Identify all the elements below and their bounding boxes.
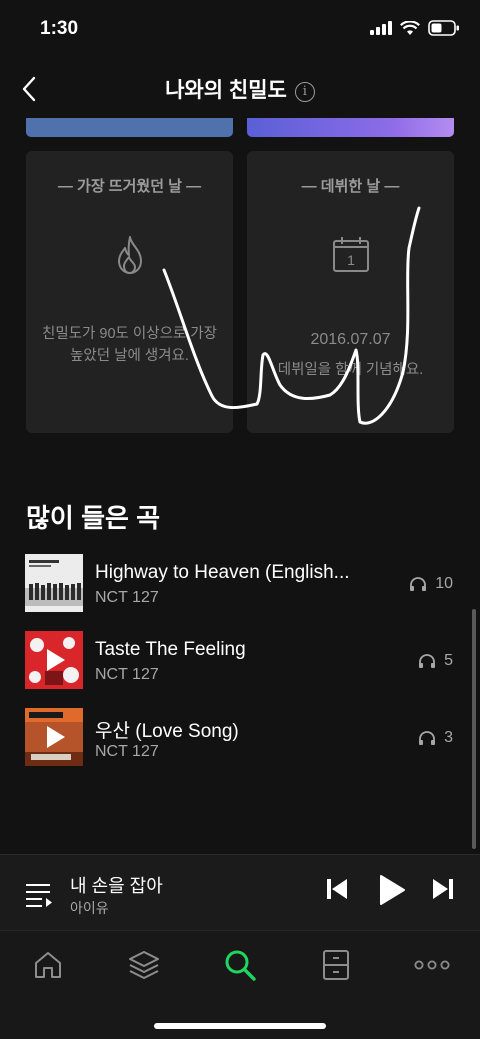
card-icon-wrap <box>26 235 233 275</box>
play-count: 10 <box>409 575 453 593</box>
hottest-day-card[interactable]: — 가장 뜨거웠던 날 — 친밀도가 90도 이상으로 가장 높았던 날에 생겨… <box>26 151 233 433</box>
mini-player[interactable]: 내 손을 잡아 아이유 <box>0 854 480 930</box>
tab-storage[interactable] <box>312 945 360 985</box>
layers-icon <box>129 951 159 979</box>
track-artist: NCT 127 <box>95 589 159 606</box>
next-button[interactable] <box>432 877 454 906</box>
home-icon <box>35 952 61 978</box>
debut-day-description: 데뷔일을 함께 기념해요. <box>277 362 424 378</box>
playlist-button[interactable] <box>24 879 54 909</box>
album-art-image <box>25 554 83 612</box>
album-art <box>25 631 83 689</box>
battery-icon <box>428 20 459 36</box>
page-title: 나와의 친밀도 <box>165 79 287 102</box>
status-icons <box>370 20 460 36</box>
debut-day-card[interactable]: — 데뷔한 날 — 1 2016.07.07 데뷔일을 함께 기념해요. <box>247 151 454 433</box>
album-art <box>25 554 83 612</box>
tab-home[interactable] <box>24 945 72 985</box>
wifi-icon <box>400 20 420 35</box>
track-title: Taste The Feeling <box>95 639 246 660</box>
play-count-value: 10 <box>435 575 453 592</box>
play-button[interactable] <box>378 874 406 911</box>
track-row[interactable]: Highway to Heaven (English... NCT 127 10 <box>0 554 480 616</box>
debut-date: 2016.07.07 <box>310 331 391 348</box>
tab-more[interactable] <box>408 945 456 985</box>
track-row[interactable]: 우산 (Love Song) NCT 127 3 <box>0 708 480 770</box>
track-title: 우산 (Love Song) <box>95 721 239 742</box>
play-count-value: 5 <box>444 652 453 669</box>
flame-icon <box>117 236 142 274</box>
calendar-day: 1 <box>347 252 355 268</box>
search-icon <box>225 950 256 981</box>
playlist-icon <box>26 884 52 907</box>
album-art-image <box>25 631 83 689</box>
card-icon-wrap: 1 <box>247 235 454 273</box>
album-art-image <box>25 708 83 766</box>
now-playing-title: 내 손을 잡아 <box>70 876 163 896</box>
skip-next-icon <box>433 879 453 899</box>
tab-bar <box>0 930 480 1039</box>
home-indicator <box>154 1023 326 1029</box>
scrollbar[interactable] <box>472 609 476 849</box>
track-artist: NCT 127 <box>95 666 159 683</box>
headphones-icon <box>410 577 427 591</box>
skip-previous-icon <box>327 879 347 899</box>
nav-title-wrap: 나와의 친밀도 i <box>0 74 480 104</box>
previous-button[interactable] <box>326 877 348 906</box>
album-art <box>25 708 83 766</box>
info-icon[interactable]: i <box>294 82 315 102</box>
cellular-signal-icon <box>370 21 392 35</box>
tab-search[interactable] <box>216 945 264 985</box>
headphones-icon <box>419 731 436 745</box>
banner-strip-right <box>247 118 454 137</box>
play-count: 3 <box>418 729 453 747</box>
calendar-icon: 1 <box>332 237 369 272</box>
most-played-title: 많이 들은 곡 <box>26 503 161 533</box>
debut-day-title: — 데뷔한 날 — <box>301 178 400 195</box>
hottest-day-description: 친밀도가 90도 이상으로 가장 높았던 날에 생겨요. <box>42 326 217 364</box>
drawer-icon <box>323 950 349 980</box>
hottest-day-title: — 가장 뜨거웠던 날 — <box>57 178 202 195</box>
more-icon <box>414 960 450 970</box>
headphones-icon <box>419 654 436 668</box>
track-artist: NCT 127 <box>95 743 159 760</box>
track-title: Highway to Heaven (English... <box>95 562 350 583</box>
play-count: 5 <box>418 652 453 670</box>
now-playing-artist: 아이유 <box>70 900 109 916</box>
status-bar: 1:30 <box>0 0 480 60</box>
tab-library[interactable] <box>120 945 168 985</box>
status-time: 1:30 <box>40 18 79 39</box>
track-row[interactable]: Taste The Feeling NCT 127 5 <box>0 631 480 693</box>
nav-bar: 나와의 친밀도 i <box>0 60 480 118</box>
play-icon <box>380 875 405 905</box>
play-count-value: 3 <box>444 729 453 746</box>
banner-strip-left <box>26 118 233 137</box>
